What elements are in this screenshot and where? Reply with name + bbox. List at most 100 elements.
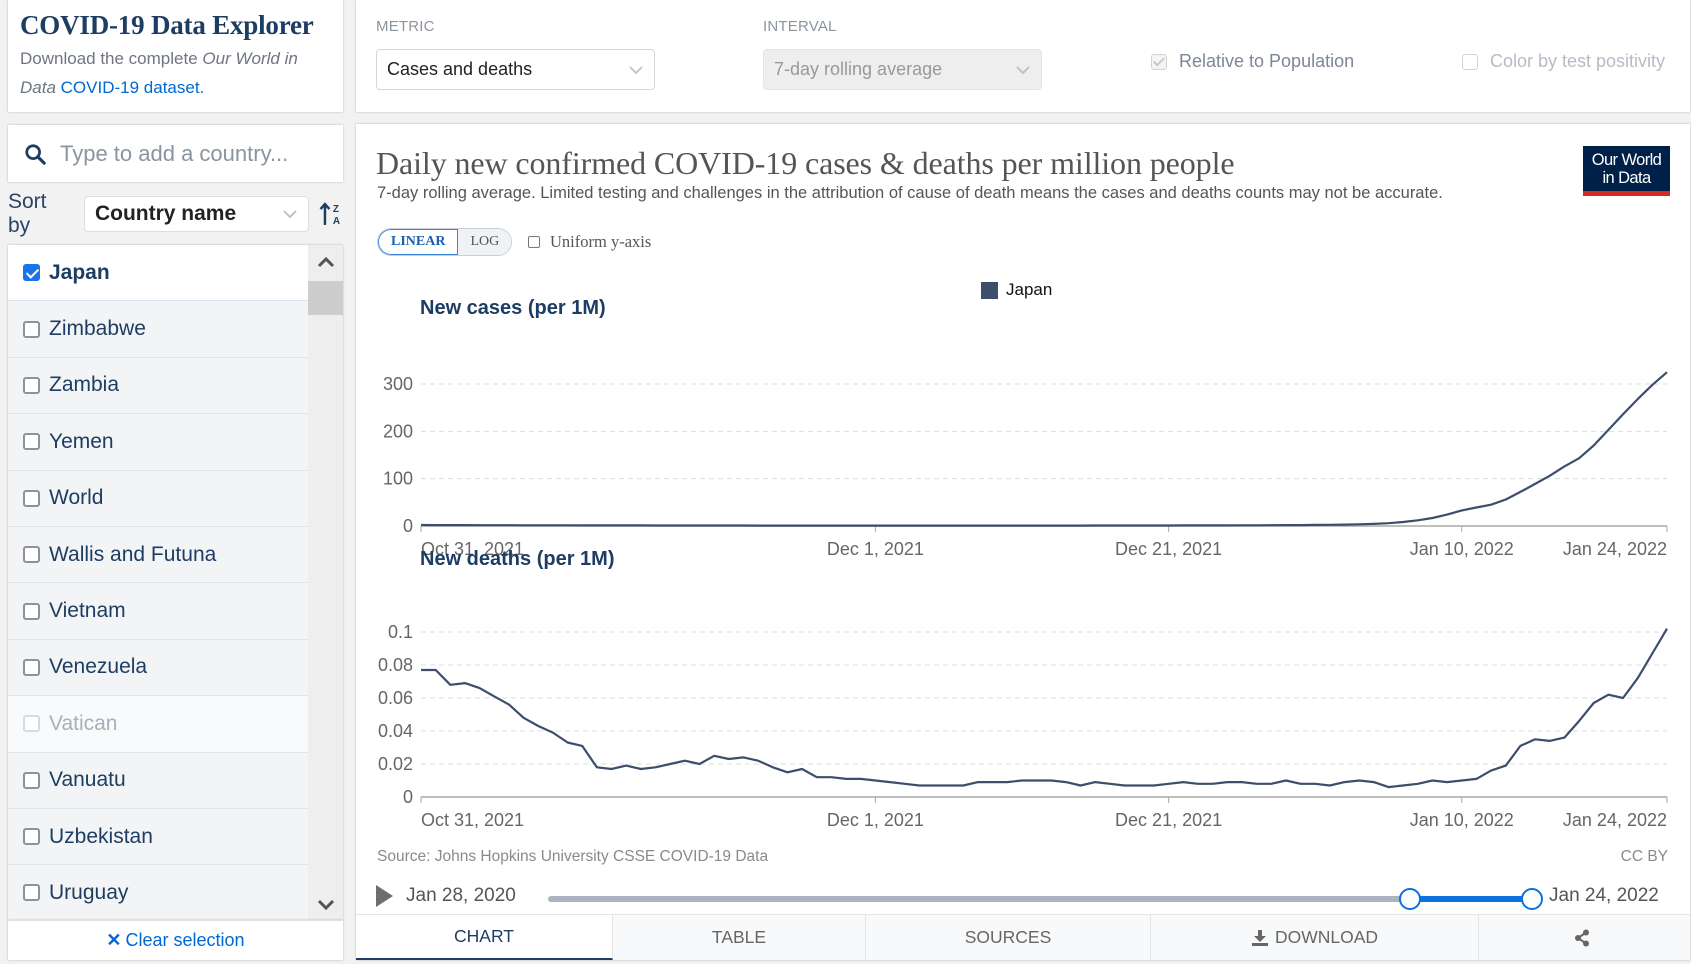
- timeline-track[interactable]: [548, 896, 1532, 902]
- checkbox-checked-icon[interactable]: [23, 264, 40, 282]
- tab-sources[interactable]: SOURCES: [866, 915, 1151, 960]
- country-list-item[interactable]: Zimbabwe: [8, 301, 308, 358]
- country-search-input[interactable]: [58, 139, 328, 168]
- metric-select[interactable]: Cases and deaths: [376, 49, 655, 90]
- scroll-up-button[interactable]: [308, 247, 343, 277]
- metric-label: METRIC: [376, 18, 435, 35]
- tab-table-label: TABLE: [711, 927, 767, 947]
- country-name: Vietnam: [49, 599, 126, 623]
- country-name: Venezuela: [49, 655, 148, 679]
- scroll-down-button[interactable]: [308, 890, 343, 920]
- x-tick-label: Dec 21, 2021: [1115, 539, 1222, 559]
- tab-download[interactable]: DOWNLOAD: [1151, 915, 1479, 960]
- country-list-item[interactable]: Venezuela: [8, 639, 308, 697]
- sort-label: Sort by: [8, 190, 47, 237]
- country-search[interactable]: [8, 125, 343, 182]
- chart-source[interactable]: Source: Johns Hopkins University CSSE CO…: [377, 848, 768, 866]
- y-tick-label: 200: [383, 421, 413, 441]
- relative-to-population-checkbox[interactable]: Relative to Population: [1151, 51, 1354, 72]
- checkbox-icon[interactable]: [23, 376, 40, 394]
- color-by-positivity-checkbox[interactable]: Color by test positivity: [1462, 51, 1665, 72]
- country-list-item[interactable]: Uruguay: [8, 865, 308, 920]
- chart-card: Daily new confirmed COVID-19 cases & dea…: [356, 124, 1690, 960]
- country-name: Uzbekistan: [49, 824, 153, 848]
- sort-controls: Sort by Country name Z A: [8, 190, 343, 237]
- description-italic-1: Our World in: [202, 49, 298, 68]
- y-tick-label: 0: [403, 787, 413, 807]
- x-tick-label: Jan 10, 2022: [1410, 539, 1514, 559]
- checkbox-icon: [23, 715, 40, 733]
- country-name: World: [49, 486, 104, 510]
- clear-selection-button[interactable]: ✕ Clear selection: [8, 920, 343, 960]
- checkbox-icon[interactable]: [23, 828, 40, 846]
- close-icon: ✕: [106, 930, 122, 950]
- svg-text:A: A: [333, 216, 340, 227]
- country-list-item[interactable]: Uzbekistan: [8, 808, 308, 866]
- country-name: Japan: [49, 260, 110, 284]
- country-list-item[interactable]: Wallis and Futuna: [8, 526, 308, 584]
- clear-selection-label: Clear selection: [125, 930, 245, 950]
- x-tick-label: Jan 24, 2022: [1563, 539, 1667, 559]
- svg-text:Z: Z: [333, 204, 339, 215]
- chevron-up-icon: [317, 256, 334, 268]
- series-line-japan: [421, 628, 1668, 789]
- interval-select[interactable]: 7-day rolling average: [763, 49, 1042, 90]
- country-name: Vanuatu: [49, 768, 126, 792]
- country-rows: Japan Zimbabwe Zambia Yemen World Wallis and …: [8, 245, 308, 920]
- country-list-item[interactable]: Yemen: [8, 414, 308, 471]
- scrollbar-thumb[interactable]: [308, 281, 343, 315]
- chevron-down-icon: [1016, 65, 1030, 74]
- interval-select-value: 7-day rolling average: [774, 59, 943, 79]
- x-tick-label: Dec 1, 2021: [827, 539, 924, 559]
- country-list-item[interactable]: Japan: [8, 245, 308, 302]
- chevron-down-icon: [283, 210, 297, 219]
- chevron-down-icon: [317, 899, 334, 911]
- country-list-item[interactable]: Zambia: [8, 357, 308, 415]
- checkbox-icon[interactable]: [23, 320, 40, 338]
- y-tick-label: 0: [403, 516, 413, 536]
- country-name: Wallis and Futuna: [49, 542, 217, 566]
- sort-alpha-icon[interactable]: Z A: [319, 201, 343, 227]
- tab-chart[interactable]: CHART: [356, 915, 613, 960]
- series-line-japan: [420, 371, 1668, 527]
- search-icon: [25, 143, 46, 165]
- app-title: COVID-19 Data Explorer: [20, 10, 314, 40]
- x-tick-label: Jan 24, 2022: [1563, 810, 1667, 830]
- timeline-end-handle[interactable]: [1521, 888, 1543, 910]
- description-prefix: Download the complete: [20, 49, 203, 68]
- dataset-link[interactable]: COVID-19 dataset.: [61, 78, 205, 97]
- play-icon[interactable]: [376, 885, 393, 907]
- chevron-down-icon: [629, 65, 643, 74]
- list-scrollbar[interactable]: [308, 245, 343, 920]
- country-list: Japan Zimbabwe Zambia Yemen World Wallis and …: [8, 245, 343, 920]
- country-list-item: Vatican: [8, 696, 308, 753]
- country-name: Vatican: [49, 711, 118, 735]
- tab-chart-label: CHART: [454, 926, 514, 946]
- chart-license[interactable]: CC BY: [1621, 848, 1668, 866]
- country-list-item[interactable]: Vietnam: [8, 583, 308, 640]
- checkbox-icon[interactable]: [23, 602, 40, 620]
- country-list-item[interactable]: Vanuatu: [8, 752, 308, 809]
- tab-table[interactable]: TABLE: [613, 915, 866, 960]
- checkbox-icon[interactable]: [23, 489, 40, 507]
- tab-sources-label: SOURCES: [964, 927, 1052, 947]
- timeline-start-handle[interactable]: [1398, 888, 1421, 910]
- checkbox-icon[interactable]: [23, 433, 40, 451]
- app-description: Download the complete Our World in Data …: [20, 44, 331, 102]
- sort-select[interactable]: Country name: [83, 196, 310, 232]
- y-tick-label: 100: [383, 469, 413, 489]
- panel-title: New deaths (per 1M): [420, 548, 614, 570]
- download-icon: [1251, 929, 1268, 946]
- timeline-end-label: Jan 24, 2022: [1549, 885, 1659, 906]
- y-tick-label: 0.04: [378, 721, 413, 741]
- y-tick-label: 0.06: [378, 688, 413, 708]
- checkbox-icon[interactable]: [23, 884, 40, 902]
- checkbox-icon[interactable]: [23, 658, 40, 676]
- checkbox-icon[interactable]: [23, 771, 40, 789]
- checkbox-icon[interactable]: [23, 546, 40, 564]
- country-name: Zambia: [49, 373, 120, 397]
- country-list-item[interactable]: World: [8, 470, 308, 527]
- share-button[interactable]: [1479, 915, 1690, 960]
- panel-title: New cases (per 1M): [420, 297, 606, 319]
- y-tick-label: 0.02: [378, 754, 413, 774]
